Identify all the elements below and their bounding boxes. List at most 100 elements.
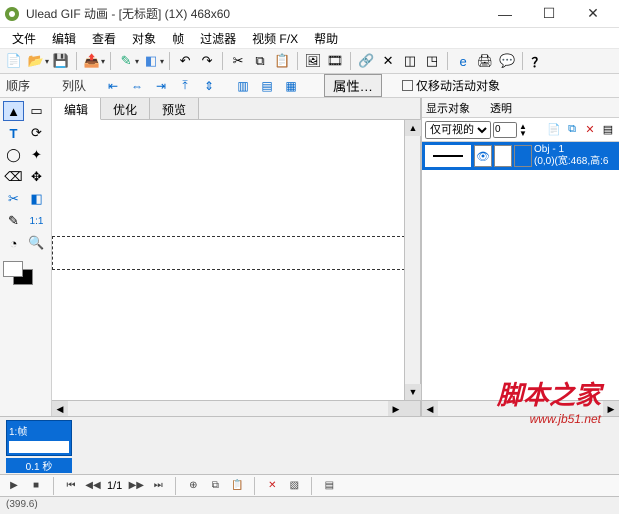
distribute-v-icon[interactable]: ▤: [258, 77, 276, 95]
menu-help[interactable]: 帮助: [308, 28, 344, 49]
delete-frame-button[interactable]: ✕: [264, 478, 280, 494]
selection-rect[interactable]: [52, 236, 420, 270]
distribute-h-icon[interactable]: ▥: [234, 77, 252, 95]
menu-view[interactable]: 查看: [86, 28, 122, 49]
assets-button[interactable]: ◧: [141, 51, 161, 71]
shape-tool[interactable]: ◧: [26, 189, 47, 209]
frame-settings-button[interactable]: ▤: [321, 478, 337, 494]
visibility-select[interactable]: 仅可视的: [425, 121, 491, 139]
lock-active-checkbox[interactable]: 仅移动活动对象: [402, 77, 500, 94]
tool-a-button[interactable]: ◫: [400, 51, 420, 71]
menu-frame[interactable]: 帧: [166, 28, 190, 49]
align-left-icon[interactable]: ⇤: [104, 77, 122, 95]
stop-button[interactable]: ■: [28, 478, 44, 494]
prev-frame-button[interactable]: ◀◀: [85, 478, 101, 494]
zoom-tool[interactable]: 1:1: [26, 211, 47, 231]
queue-label: 列队: [62, 77, 86, 94]
new-object-icon[interactable]: 📄: [546, 122, 562, 138]
crop-tool[interactable]: ✂: [3, 189, 24, 209]
eraser-tool[interactable]: ⌫: [3, 167, 24, 187]
grid-icon[interactable]: ▦: [282, 77, 300, 95]
canvas[interactable]: [52, 120, 420, 400]
wand-tool[interactable]: ✦: [26, 145, 47, 165]
marquee-tool[interactable]: ▭: [26, 101, 47, 121]
play-button[interactable]: ▶: [6, 478, 22, 494]
eyedropper-tool[interactable]: ✎: [3, 211, 24, 231]
layer-color-icon[interactable]: [514, 145, 532, 167]
menu-file[interactable]: 文件: [6, 28, 42, 49]
foreground-color[interactable]: [3, 261, 23, 277]
zoom-in-tool[interactable]: 🔍: [26, 233, 47, 253]
frame-thumbnail[interactable]: 1:帧: [6, 420, 72, 456]
duplicate-object-icon[interactable]: ⧉: [564, 122, 580, 138]
copy-frame-button[interactable]: 📋: [229, 478, 245, 494]
object-thumbnail: [425, 145, 471, 167]
menu-object[interactable]: 对象: [126, 28, 162, 49]
add-frame-button[interactable]: ⊕: [185, 478, 201, 494]
rotate-tool[interactable]: ⟳: [26, 123, 47, 143]
link-button[interactable]: 🔗: [356, 51, 376, 71]
minimize-button[interactable]: —: [483, 0, 527, 28]
speech-button[interactable]: 💬: [497, 51, 517, 71]
statusbar: (399.6): [0, 496, 619, 514]
copy-button[interactable]: ⧉: [250, 51, 270, 71]
duplicate-frame-button[interactable]: ⧉: [207, 478, 223, 494]
app-icon: [4, 6, 20, 22]
align-center-v-icon[interactable]: ⇕: [200, 77, 218, 95]
canvas-hscrollbar[interactable]: ◀▶: [52, 400, 420, 416]
frame-strip: 1:帧 0.1 秒 脚本之家 www.jb51.net: [0, 416, 619, 474]
opacity-input[interactable]: [493, 122, 517, 138]
align-top-icon[interactable]: ⤒: [176, 77, 194, 95]
help-button[interactable]: ？: [528, 51, 548, 71]
toolbox: ▲ ▭ T ⟳ ◯ ✦ ⌫ ✥ ✂ ◧ ✎ 1:1 ◔ 🔍: [0, 98, 52, 416]
color-swatches[interactable]: [3, 261, 48, 291]
unlink-button[interactable]: ✕: [378, 51, 398, 71]
view-tabs: 编辑 优化 预览: [52, 98, 420, 120]
insert-image-button[interactable]: 🖼: [303, 51, 323, 71]
watermark-text: 脚本之家: [497, 375, 601, 412]
object-row[interactable]: 👁 Obj - 1 (0,0)(宽:468,高:6: [422, 142, 619, 170]
canvas-vscrollbar[interactable]: ▲▼: [404, 120, 420, 400]
lock-toggle-icon[interactable]: [494, 145, 512, 167]
wizard-button[interactable]: ✎: [116, 51, 136, 71]
next-frame-button[interactable]: ▶▶: [128, 478, 144, 494]
menu-edit[interactable]: 编辑: [46, 28, 82, 49]
visibility-toggle-icon[interactable]: 👁: [474, 145, 492, 167]
text-tool[interactable]: T: [3, 123, 24, 143]
pointer-tool[interactable]: ▲: [3, 101, 24, 121]
export-button[interactable]: 📤: [82, 51, 102, 71]
object-menu-icon[interactable]: ▤: [600, 122, 616, 138]
lasso-tool[interactable]: ◯: [3, 145, 24, 165]
new-button[interactable]: 📄: [4, 51, 24, 71]
last-frame-button[interactable]: ⏭: [150, 478, 166, 494]
insert-video-button[interactable]: 🎞: [325, 51, 345, 71]
menu-filter[interactable]: 过滤器: [194, 28, 242, 49]
paste-button[interactable]: 📋: [272, 51, 292, 71]
frame-label: 1:帧: [9, 423, 69, 438]
tab-optimize[interactable]: 优化: [101, 98, 150, 119]
move-tool[interactable]: ✥: [26, 167, 47, 187]
close-button[interactable]: ✕: [571, 0, 615, 28]
frame-tool-a[interactable]: ▧: [286, 478, 302, 494]
maximize-button[interactable]: ☐: [527, 0, 571, 28]
first-frame-button[interactable]: ⏮: [63, 478, 79, 494]
menu-videofx[interactable]: 视频 F/X: [246, 28, 304, 49]
tab-edit[interactable]: 编辑: [52, 98, 101, 120]
print-button[interactable]: 🖨: [475, 51, 495, 71]
align-center-h-icon[interactable]: ⇔: [128, 77, 146, 95]
redo-button[interactable]: ↷: [197, 51, 217, 71]
undo-button[interactable]: ↶: [175, 51, 195, 71]
cut-button[interactable]: ✂: [228, 51, 248, 71]
web-button[interactable]: e: [453, 51, 473, 71]
delete-object-icon[interactable]: ✕: [582, 122, 598, 138]
fill-tool[interactable]: ◔: [3, 233, 24, 253]
tool-b-button[interactable]: ◳: [422, 51, 442, 71]
tab-preview[interactable]: 预览: [150, 98, 199, 119]
open-button[interactable]: 📂: [26, 51, 46, 71]
transparency-label: 透明: [490, 100, 512, 116]
watermark: 脚本之家 www.jb51.net: [497, 375, 601, 426]
spinner-icon[interactable]: ▲▼: [519, 123, 527, 137]
properties-button[interactable]: 属性…: [324, 74, 382, 97]
align-right-icon[interactable]: ⇥: [152, 77, 170, 95]
save-button[interactable]: 💾: [51, 51, 71, 71]
